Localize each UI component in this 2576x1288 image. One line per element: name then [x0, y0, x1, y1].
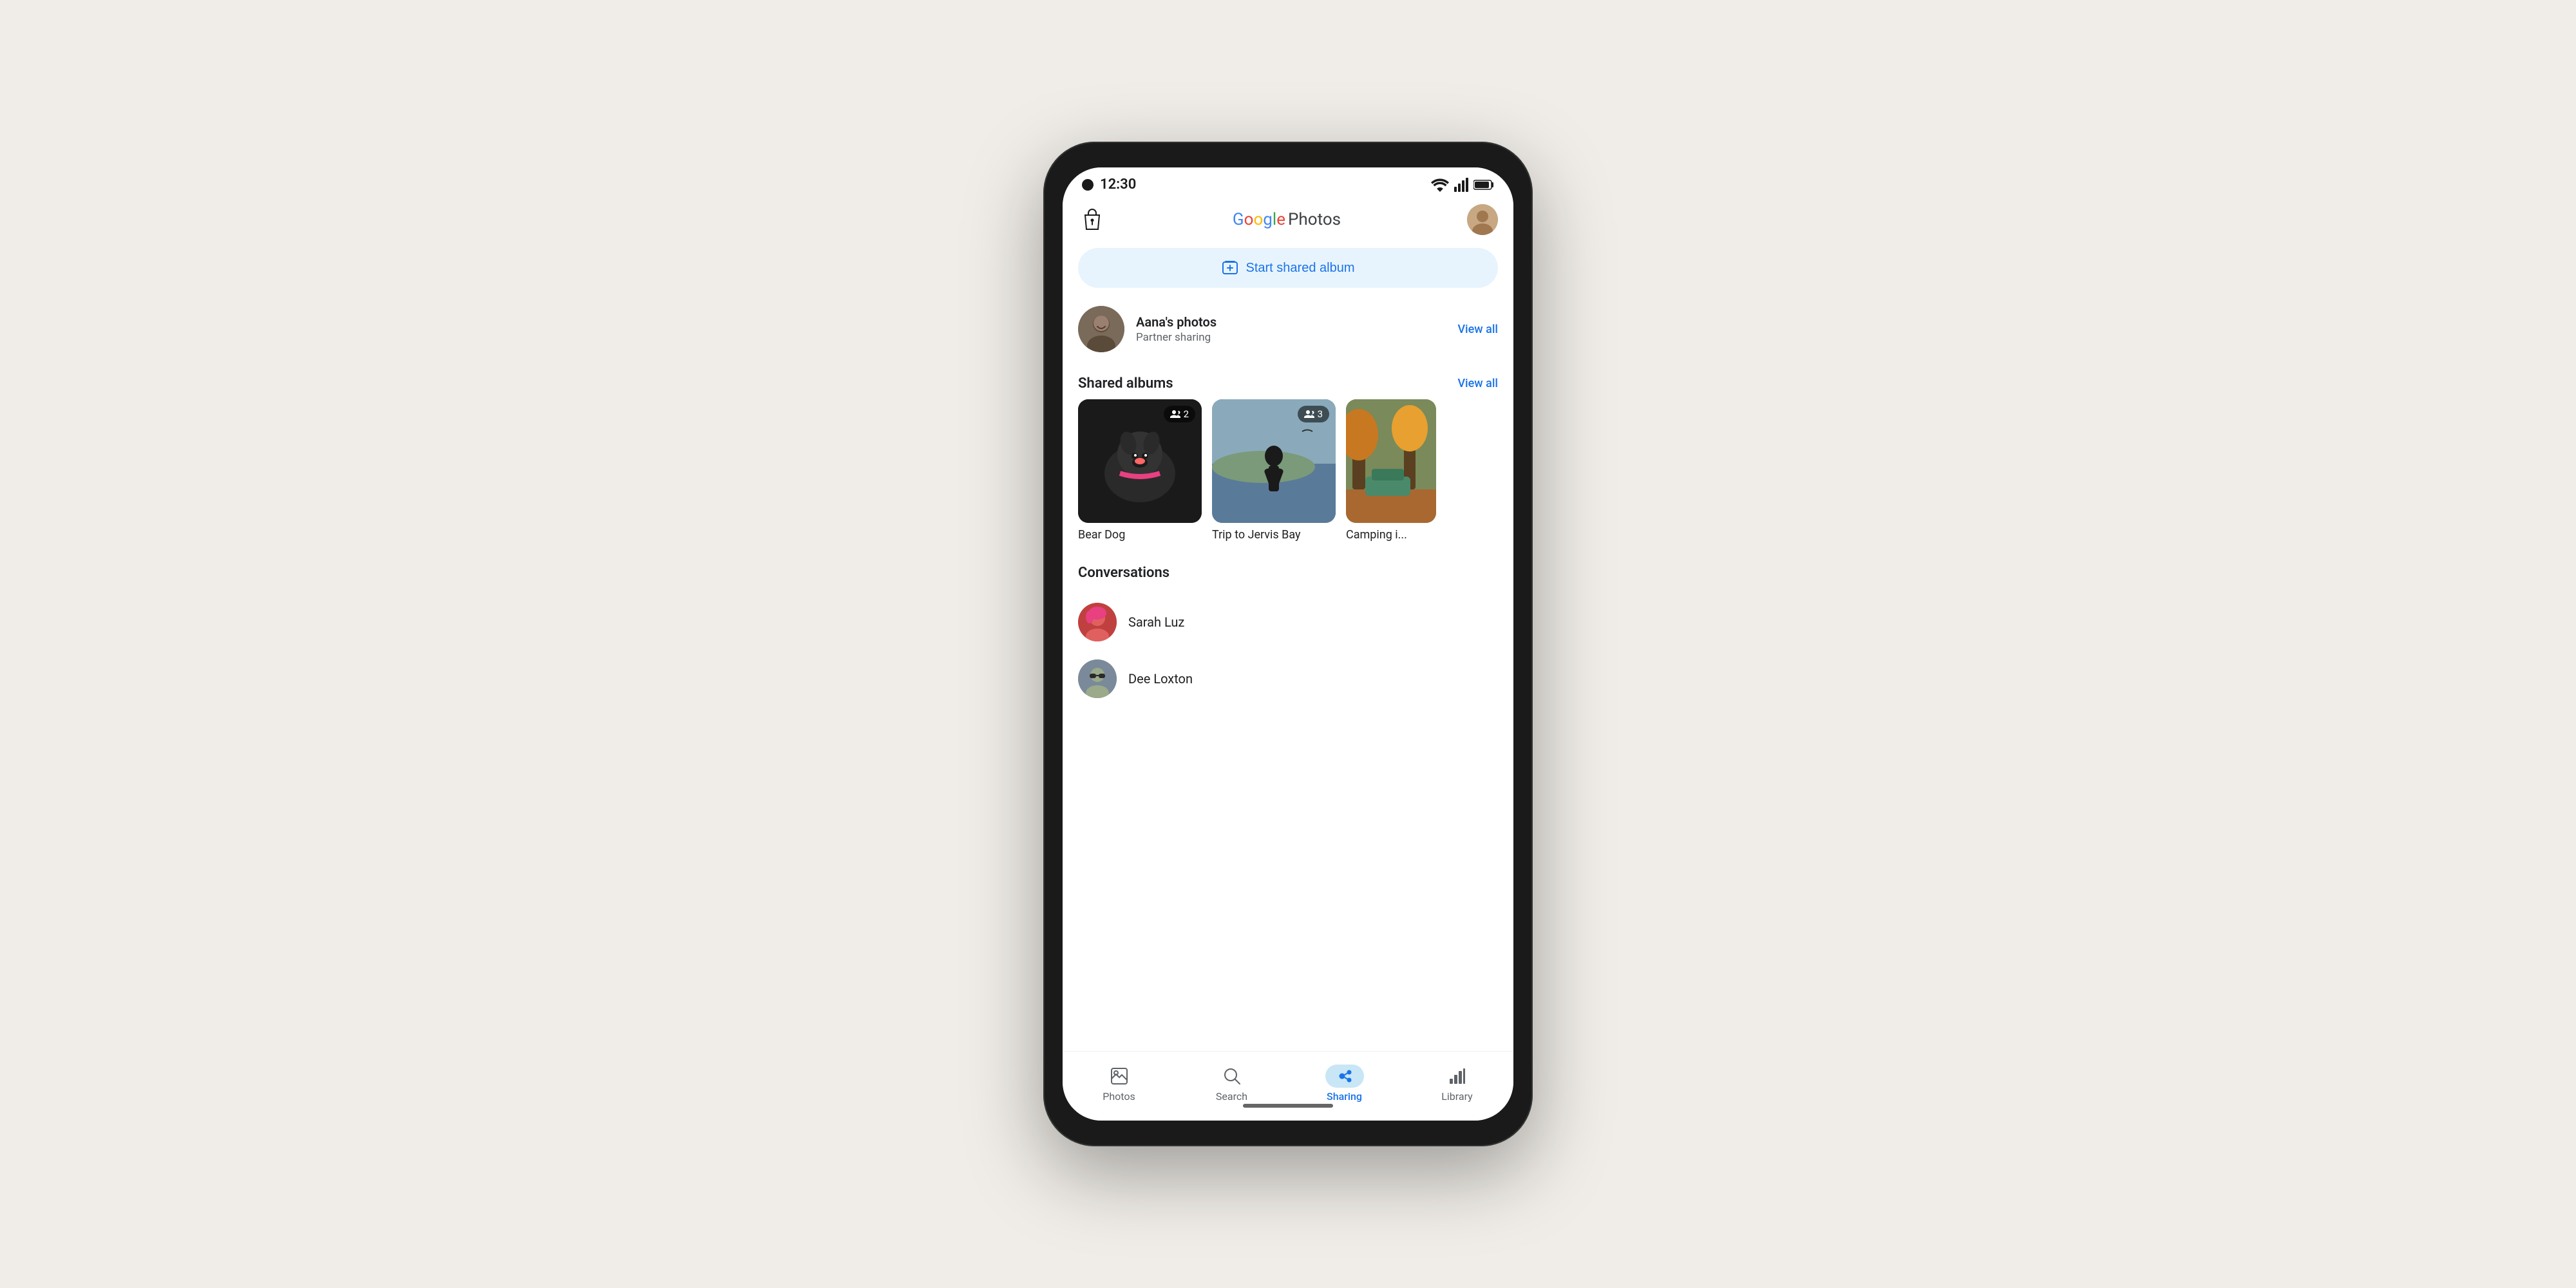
status-bar: 12:30 [1063, 167, 1513, 198]
status-time: 12:30 [1082, 176, 1136, 193]
shared-albums-view-all-link[interactable]: View all [1457, 377, 1498, 390]
people-icon-2 [1304, 410, 1314, 419]
partner-info: Aana's photos Partner sharing [1136, 314, 1446, 344]
status-icons [1431, 178, 1494, 192]
conversations-list: Sarah Luz [1063, 589, 1513, 717]
bottom-navigation: Photos Search [1063, 1051, 1513, 1121]
dee-avatar [1078, 659, 1117, 698]
partner-avatar[interactable] [1078, 306, 1124, 352]
album-item-jervis-bay[interactable]: 3 Trip to Jervis Bay [1212, 399, 1336, 542]
album-label-bear-dog: Bear Dog [1078, 528, 1202, 542]
album-label-camping: Camping i... [1346, 528, 1436, 542]
album-item-camping[interactable]: Camping i... [1346, 399, 1436, 542]
sarah-avatar [1078, 603, 1117, 641]
app-bar: Google Photos [1063, 198, 1513, 243]
wifi-icon [1431, 178, 1449, 192]
shopping-bag-icon [1081, 207, 1103, 232]
partner-avatar-image [1078, 306, 1124, 352]
album-badge-jervis-bay: 3 [1298, 406, 1329, 422]
photos-nav-label: Photos [1103, 1090, 1135, 1103]
shared-albums-header: Shared albums View all [1063, 365, 1513, 399]
search-nav-icon-wrap [1213, 1065, 1251, 1088]
shared-album-icon [1222, 260, 1238, 276]
library-nav-icon-wrap [1438, 1065, 1477, 1088]
album-thumbnail-camping [1346, 399, 1436, 523]
shared-albums-title: Shared albums [1078, 375, 1173, 392]
photos-nav-icon [1110, 1067, 1128, 1085]
conversations-header: Conversations [1063, 554, 1513, 589]
album-thumbnail-jervis-bay: 3 [1212, 399, 1336, 523]
user-avatar-image [1467, 204, 1498, 235]
album-label-jervis-bay: Trip to Jervis Bay [1212, 528, 1336, 542]
user-avatar[interactable] [1467, 204, 1498, 235]
bear-dog-badge-count: 2 [1184, 408, 1189, 420]
sarah-avatar-image [1078, 603, 1117, 641]
album-thumbnail-bear-dog: 2 [1078, 399, 1202, 523]
signal-icon [1454, 178, 1468, 192]
scroll-content: Aana's photos Partner sharing View all S… [1063, 298, 1513, 1051]
album-badge-bear-dog: 2 [1164, 406, 1195, 422]
albums-row: 2 Bear Dog [1063, 399, 1513, 554]
jervis-bay-badge-count: 3 [1318, 408, 1323, 420]
photos-nav-icon-wrap [1100, 1065, 1139, 1088]
camping-image [1346, 399, 1436, 523]
people-icon [1170, 410, 1180, 419]
partner-subtitle: Partner sharing [1136, 331, 1446, 344]
search-nav-icon [1223, 1067, 1241, 1085]
google-photos-logo: Google Photos [1233, 210, 1341, 229]
sharing-nav-label: Sharing [1327, 1090, 1362, 1103]
partner-name: Aana's photos [1136, 314, 1446, 330]
start-shared-album-label: Start shared album [1246, 261, 1355, 276]
partner-section: Aana's photos Partner sharing View all [1063, 298, 1513, 365]
nav-item-photos[interactable]: Photos [1084, 1059, 1154, 1108]
nav-item-library[interactable]: Library [1423, 1059, 1492, 1108]
time-display: 12:30 [1100, 176, 1136, 193]
sharing-nav-icon [1336, 1067, 1354, 1085]
library-nav-label: Library [1441, 1090, 1472, 1103]
album-item-bear-dog[interactable]: 2 Bear Dog [1078, 399, 1202, 542]
start-shared-album-button[interactable]: Start shared album [1078, 248, 1498, 288]
sarah-name: Sarah Luz [1128, 614, 1184, 630]
photos-text: Photos [1288, 210, 1341, 229]
dee-name: Dee Loxton [1128, 671, 1193, 687]
google-text: Google [1233, 210, 1285, 229]
search-nav-label: Search [1216, 1090, 1247, 1103]
nav-item-search[interactable]: Search [1197, 1059, 1267, 1108]
library-nav-icon [1448, 1067, 1466, 1085]
nav-item-sharing[interactable]: Sharing [1310, 1059, 1379, 1108]
phone-screen: 12:30 [1063, 167, 1513, 1121]
conversation-item-sarah[interactable]: Sarah Luz [1063, 594, 1513, 650]
partner-view-all-link[interactable]: View all [1457, 323, 1498, 336]
bag-icon[interactable] [1078, 205, 1106, 234]
home-bar [1243, 1104, 1333, 1108]
conversation-item-dee[interactable]: Dee Loxton [1063, 650, 1513, 707]
dee-avatar-image [1078, 659, 1117, 698]
phone-frame: 12:30 [1043, 142, 1533, 1146]
battery-icon [1473, 179, 1494, 191]
camera-dot [1082, 179, 1094, 191]
sharing-nav-icon-wrap [1325, 1065, 1364, 1088]
conversations-title: Conversations [1078, 565, 1170, 581]
